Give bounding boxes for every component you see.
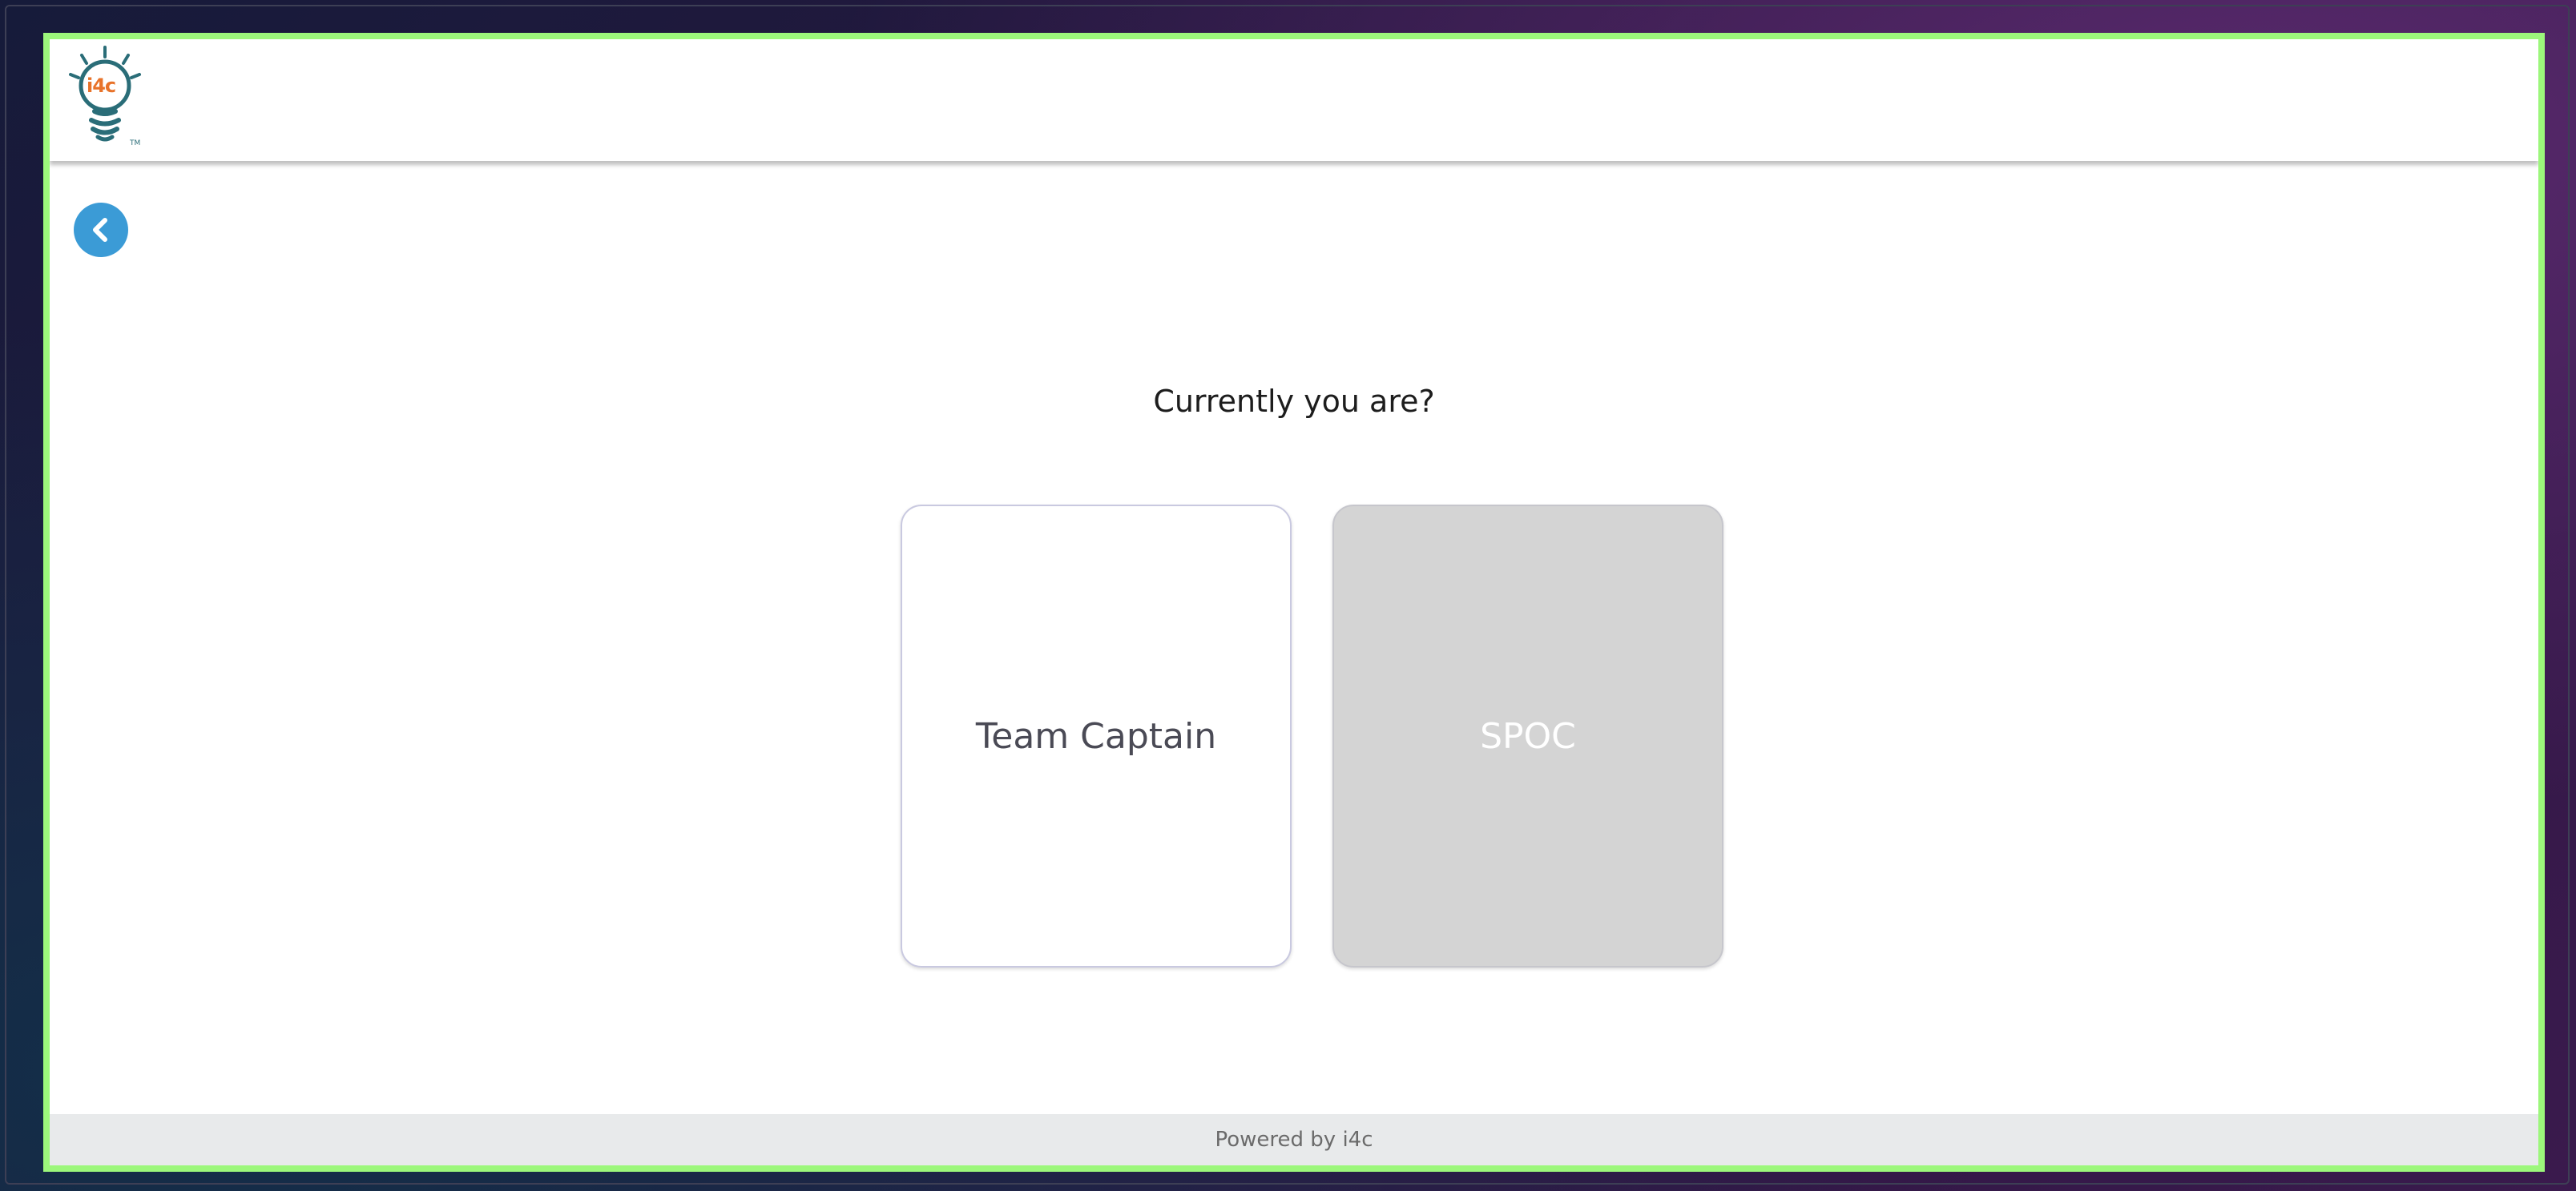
role-label: Team Captain (975, 715, 1217, 757)
footer-text: Powered by i4c (1215, 1128, 1373, 1152)
page-question: Currently you are? (1153, 384, 1435, 419)
svg-text:TM: TM (129, 139, 140, 147)
chevron-left-icon (93, 218, 107, 242)
app-window: TM i4c Currently you are? Team Captain S… (43, 33, 2545, 1172)
back-button[interactable] (74, 203, 128, 257)
role-card-team-captain[interactable]: Team Captain (901, 505, 1292, 968)
role-label: SPOC (1480, 715, 1576, 757)
logo-text: i4c (87, 74, 116, 97)
header-bar: TM i4c (50, 39, 2538, 161)
footer: Powered by i4c (50, 1114, 2538, 1165)
role-card-spoc[interactable]: SPOC (1332, 505, 1723, 968)
lightbulb-logo-icon[interactable]: TM i4c (61, 44, 149, 147)
